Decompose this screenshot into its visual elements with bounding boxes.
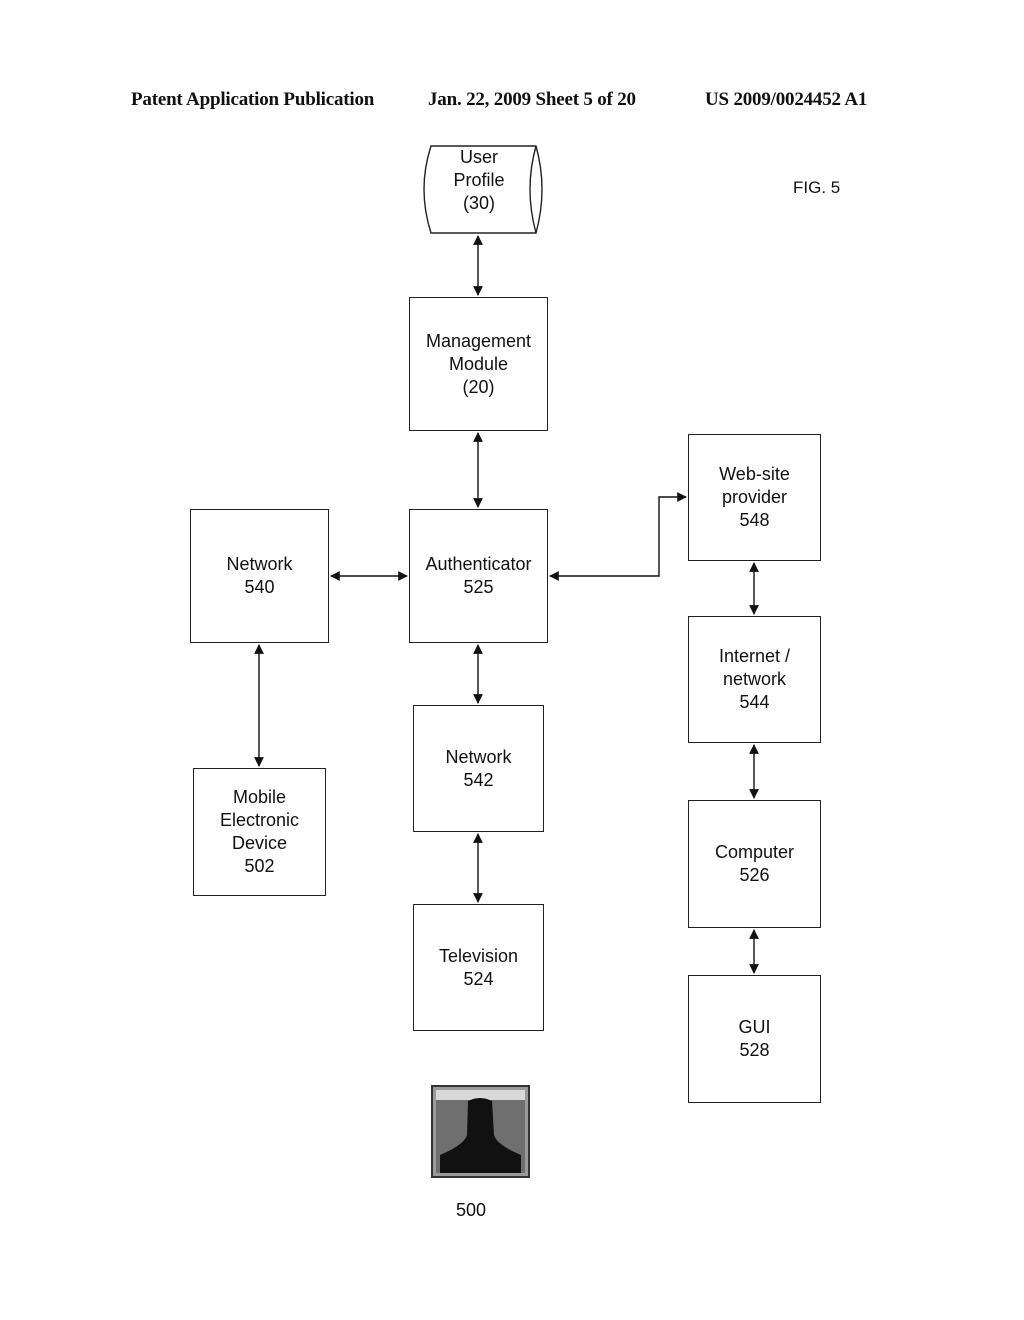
authenticator-box: Authenticator 525	[409, 509, 548, 643]
network-542-label: Network 542	[445, 746, 512, 790]
authenticator-label: Authenticator 525	[425, 554, 532, 597]
gui-label: GUI 528	[738, 1017, 771, 1060]
network-542-box: Network 542	[413, 705, 544, 832]
user-avatar-icon	[431, 1085, 530, 1178]
computer-box: Computer 526	[688, 800, 821, 928]
gui-box: GUI 528	[688, 975, 821, 1103]
management-module-box: Management Module (20)	[409, 297, 548, 431]
internet-network-box: Internet / network 544	[688, 616, 821, 743]
network-540-label: Network 540	[226, 554, 293, 597]
user-profile-label: User Profile (30)	[453, 147, 505, 213]
website-provider-box: Web-site provider 548	[688, 434, 821, 561]
television-box: Television 524	[413, 904, 544, 1031]
user-reference-number: 500	[456, 1200, 487, 1220]
television-label: Television 524	[438, 945, 519, 989]
website-provider-label: Web-site provider 548	[719, 464, 790, 530]
network-540-box: Network 540	[190, 509, 329, 643]
computer-label: Computer 526	[714, 842, 795, 885]
internet-network-label: Internet / network 544	[718, 646, 791, 712]
mobile-device-box: Mobile Electronic Device 502	[193, 768, 326, 896]
connector-authenticator-website	[549, 492, 687, 581]
mobile-device-label: Mobile Electronic Device 502	[219, 787, 300, 876]
management-module-label: Management Module (20)	[425, 330, 532, 397]
